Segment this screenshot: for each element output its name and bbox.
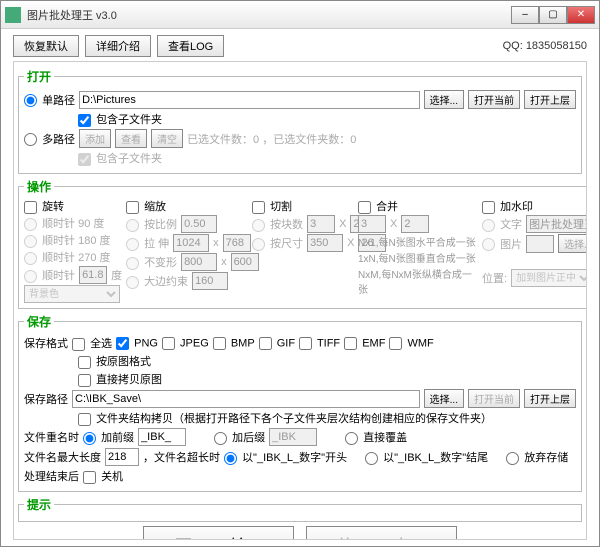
ops-legend: 操作 <box>24 178 54 195</box>
wm-image-input <box>526 235 554 253</box>
fmt-tiff-checkbox[interactable]: TIFF <box>299 337 340 350</box>
prefix-input[interactable] <box>138 428 186 446</box>
open-current-button[interactable]: 打开当前 <box>468 90 520 109</box>
tips-section: 提示 <box>18 496 582 522</box>
maxlen-label: 文件名最大长度 <box>24 449 101 465</box>
overwrite-radio[interactable]: 直接覆盖 <box>345 429 407 445</box>
fmt-all-checkbox[interactable]: 全选 <box>72 335 112 351</box>
view-log-button[interactable]: 查看LOG <box>157 35 224 57</box>
save-format-label: 保存格式 <box>24 335 68 351</box>
rotate-270-radio: 顺时针 270 度 <box>24 249 120 265</box>
fit-w-input <box>181 253 217 271</box>
fmt-png-checkbox[interactable]: PNG <box>116 337 158 350</box>
after-label: 处理结束后 <box>24 468 79 484</box>
split-size-radio: 按尺寸 <box>252 235 303 251</box>
scale-fit-radio: 不变形 <box>126 254 177 270</box>
save-path-input[interactable] <box>72 390 420 408</box>
save-section: 保存 保存格式 全选 PNG JPEG BMP GIF TIFF EMF WMF… <box>18 313 582 492</box>
merge-hint2: 1xN,每N张图垂直合成一张 <box>358 250 476 265</box>
stretch-h-input <box>223 234 251 252</box>
tips-legend: 提示 <box>24 496 54 513</box>
restore-defaults-button[interactable]: 恢复默认 <box>13 35 79 57</box>
app-window: 图片批处理王 v3.0 – ▢ ✕ 恢复默认 详细介绍 查看LOG QQ: 18… <box>0 0 600 547</box>
bgcolor-select: 背景色 <box>24 285 120 303</box>
fmt-bmp-checkbox[interactable]: BMP <box>213 337 255 350</box>
split-count-radio: 按块数 <box>252 216 303 232</box>
merge-hint1: Nx1,每N张图水平合成一张 <box>358 234 476 249</box>
discard-radio[interactable]: 放弃存储 <box>506 449 568 465</box>
add-path-button[interactable]: 添加 <box>79 129 111 148</box>
merge-m2-input <box>401 215 429 233</box>
by-original-checkbox[interactable]: 按原图格式 <box>78 353 151 369</box>
single-path-radio[interactable]: 单路径 <box>24 92 75 108</box>
copy-original-checkbox[interactable]: 直接拷贝原图 <box>78 371 162 387</box>
split-c1-input <box>307 215 335 233</box>
watermark-checkbox[interactable]: 加水印 <box>482 198 587 214</box>
window-title: 图片批处理王 v3.0 <box>27 7 511 23</box>
wm-pos-select: 加到图片正中 <box>511 269 587 287</box>
fmt-emf-checkbox[interactable]: EMF <box>344 337 385 350</box>
endwith-radio[interactable]: 以"_IBK_L_数字"结尾 <box>365 449 488 465</box>
single-path-input[interactable] <box>79 91 420 109</box>
stop-button[interactable]: 停 止 <box>306 526 457 540</box>
fmt-jpeg-checkbox[interactable]: JPEG <box>162 337 209 350</box>
operations-section: 操作 旋转 顺时针 90 度 顺时针 180 度 顺时针 270 度 顺时针 度 <box>18 178 587 309</box>
start-button[interactable]: 开 始 <box>143 526 294 540</box>
file-count-status: 已选文件数：0 ，已选文件夹数：0 <box>187 131 356 147</box>
wm-browse-button: 选择... <box>558 234 587 253</box>
save-open-current-button[interactable]: 打开当前 <box>468 389 520 408</box>
stretch-w-input <box>173 234 209 252</box>
scale-stretch-radio: 拉 伸 <box>126 235 169 251</box>
maxedge-input <box>192 272 228 290</box>
include-subfolders-multi-checkbox: 包含子文件夹 <box>78 150 162 166</box>
prefix-radio[interactable]: 加前缀 <box>83 429 134 445</box>
details-button[interactable]: 详细介绍 <box>85 35 151 57</box>
merge-m1-input <box>358 215 386 233</box>
scale-maxedge-radio: 大边约束 <box>126 273 188 289</box>
save-legend: 保存 <box>24 313 54 330</box>
merge-checkbox[interactable]: 合并 <box>358 198 476 214</box>
save-browse-button[interactable]: 选择... <box>424 389 464 408</box>
suffix-input <box>269 428 317 446</box>
shutdown-checkbox[interactable]: 关机 <box>83 468 123 484</box>
include-subfolders-checkbox[interactable]: 包含子文件夹 <box>78 111 162 127</box>
clear-paths-button[interactable]: 清空 <box>151 129 183 148</box>
save-path-label: 保存路径 <box>24 391 68 407</box>
open-section: 打开 单路径 选择... 打开当前 打开上层 包含子文件夹 多路径 添加 查看 … <box>18 68 582 174</box>
open-parent-button[interactable]: 打开上层 <box>524 90 576 109</box>
rotate-custom-radio: 顺时针 <box>24 267 75 283</box>
rotate-180-radio: 顺时针 180 度 <box>24 232 120 248</box>
rotate-checkbox[interactable]: 旋转 <box>24 198 120 214</box>
wm-text-radio: 文字 <box>482 216 522 232</box>
multi-path-radio[interactable]: 多路径 <box>24 131 75 147</box>
app-icon <box>5 7 21 23</box>
split-s1-input <box>307 234 343 252</box>
scale-ratio-input <box>181 215 217 233</box>
fmt-gif-checkbox[interactable]: GIF <box>259 337 295 350</box>
save-open-parent-button[interactable]: 打开上层 <box>524 389 576 408</box>
merge-hint3: NxM,每NxM张纵横合成一张 <box>358 266 476 296</box>
titlebar: 图片批处理王 v3.0 – ▢ ✕ <box>1 1 599 29</box>
open-legend: 打开 <box>24 68 54 85</box>
scale-ratio-radio: 按比例 <box>126 216 177 232</box>
close-button[interactable]: ✕ <box>567 6 595 24</box>
keep-struct-checkbox[interactable]: 文件夹结构拷贝（根据打开路径下各个子文件夹层次结构创建相应的保存文件夹） <box>78 410 492 426</box>
maximize-button[interactable]: ▢ <box>539 6 567 24</box>
suffix-radio[interactable]: 加后缀 <box>214 429 265 445</box>
rotate-deg-input <box>79 266 107 284</box>
wm-text-input <box>526 215 587 233</box>
qq-label: QQ: 1835058150 <box>503 40 587 52</box>
fmt-wmf-checkbox[interactable]: WMF <box>389 337 433 350</box>
view-paths-button[interactable]: 查看 <box>115 129 147 148</box>
overlen-label: ，文件名超长时 <box>143 449 220 465</box>
startwith-radio[interactable]: 以"_IBK_L_数字"开头 <box>224 449 347 465</box>
scale-checkbox[interactable]: 缩放 <box>126 198 246 214</box>
maxlen-input[interactable] <box>105 448 139 466</box>
rename-label: 文件重名时 <box>24 429 79 445</box>
split-checkbox[interactable]: 切割 <box>252 198 352 214</box>
browse-open-button[interactable]: 选择... <box>424 90 464 109</box>
rotate-90-radio: 顺时针 90 度 <box>24 215 120 231</box>
minimize-button[interactable]: – <box>511 6 539 24</box>
wm-image-radio: 图片 <box>482 236 522 252</box>
